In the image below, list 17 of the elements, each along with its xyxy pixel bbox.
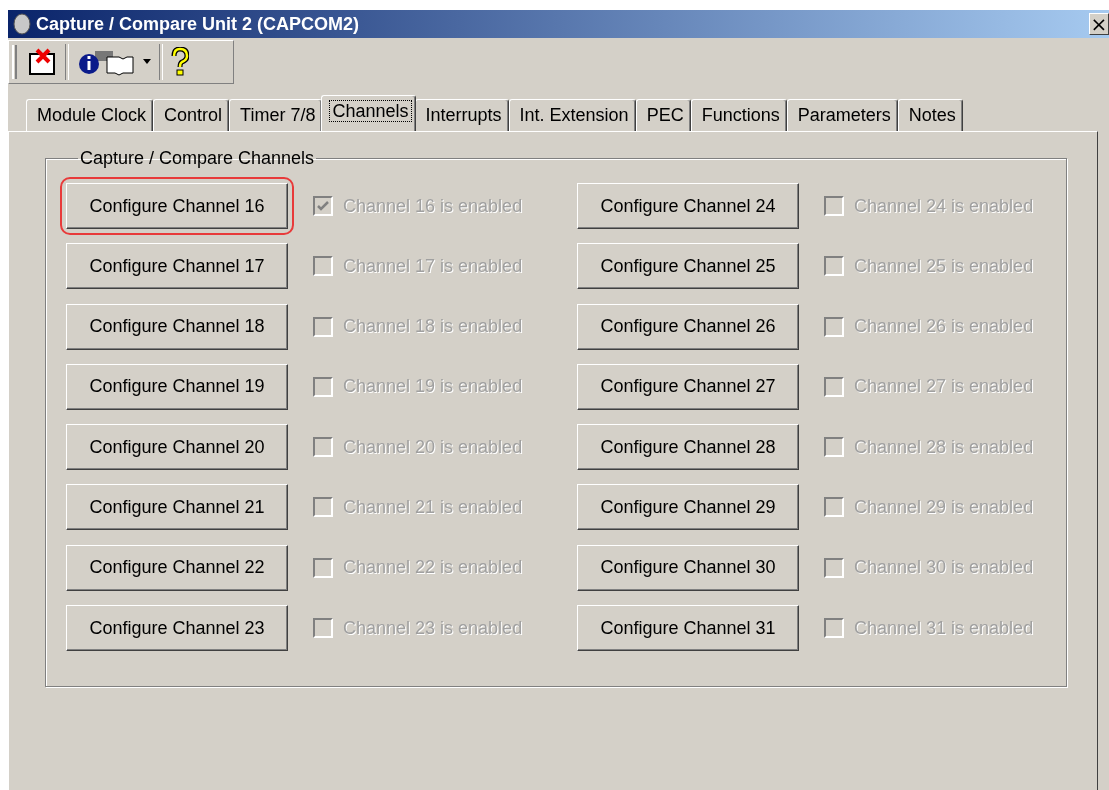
dropdown-caret-icon[interactable]: [143, 59, 151, 65]
help-icon[interactable]: [171, 47, 189, 77]
tab[interactable]: Timer 7/8: [229, 99, 323, 131]
window-title: Capture / Compare Unit 2 (CAPCOM2): [36, 13, 360, 35]
tab[interactable]: Interrupts: [414, 99, 509, 131]
tab[interactable]: Channels: [321, 95, 416, 131]
tab[interactable]: Parameters: [786, 99, 898, 131]
tab[interactable]: Module Clock: [26, 99, 154, 131]
exit-icon[interactable]: [27, 47, 57, 77]
tab[interactable]: Control: [153, 99, 230, 131]
tab[interactable]: Int. Extension: [508, 99, 636, 131]
tab[interactable]: Functions: [690, 99, 787, 131]
tab[interactable]: PEC: [635, 99, 691, 131]
toolbar-grip-icon: [11, 44, 19, 80]
close-button[interactable]: ×: [1089, 13, 1109, 35]
group-title: Capture / Compare Channels: [79, 148, 316, 169]
tab[interactable]: Notes: [897, 99, 963, 131]
